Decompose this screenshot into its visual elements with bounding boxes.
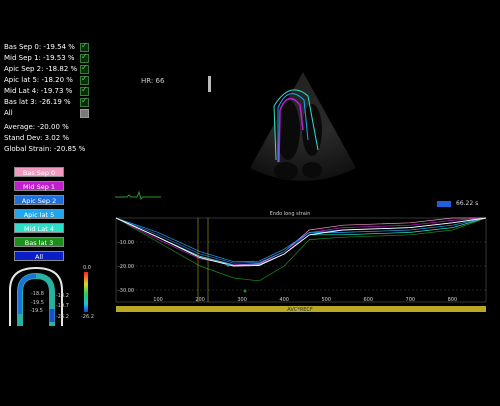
segment-checkbox[interactable] [80,96,89,107]
bullseye-label-3: -18.2 [56,293,69,299]
bullseye-label-0: -18.8 [31,291,44,297]
y-tick-label: -10.00 [118,240,134,246]
segment-button[interactable]: Apic Sep 2 [14,195,64,205]
segment-checkbox[interactable] [80,85,89,96]
segment-label: Apic lat 5: -18.20 % [4,76,73,84]
y-tick-label: -20.00 [118,264,134,270]
segment-button[interactable]: Bas Sep 0 [14,167,64,177]
segment-row: Bas Sep 0: -19.54 % [4,41,89,52]
segment-checkbox[interactable] [80,109,89,118]
time-indicator[interactable] [437,201,451,207]
segment-button[interactable]: All [14,251,64,261]
segment-checkbox[interactable] [80,52,89,63]
time-readout: 66.22 s [456,200,479,207]
scale-top-label: 0.0 [83,265,91,271]
segment-row: Mid Sep 1: -19.53 % [4,52,89,63]
segment-checkbox[interactable] [80,41,89,52]
bullseye-label-5: -26.2 [56,314,69,320]
segment-button[interactable]: Apic lat 5 [14,209,64,219]
bullseye-label-4: -19.7 [56,303,69,309]
x-tick-label: 200 [195,297,205,303]
x-tick-label: 300 [237,297,247,303]
color-scale [84,272,88,312]
bullseye-label-1: -19.5 [31,300,44,306]
segment-label: Mid Sep 1: -19.53 % [4,54,75,62]
y-tick-label: -30.00 [118,288,134,294]
segment-checkbox[interactable] [80,63,89,74]
segment-label: Bas Sep 0: -19.54 % [4,43,75,51]
strain-chart: Endo long strain -10.00 -20.00 -30.00 100 2… [115,211,487,313]
bullseye-label-2: -19.5 [30,308,43,314]
segment-label: Mid Lat 4: -19.73 % [4,87,73,95]
x-tick-label: 500 [321,297,331,303]
depth-marker [208,76,211,92]
segment-checkbox[interactable] [80,74,89,85]
lv-segment-map: -18.8 -19.5 -19.5 -18.2 -19.7 -26.2 0.0 … [9,265,94,326]
echo-image [208,72,356,181]
scale-bottom-label: -26.2 [81,314,94,320]
segment-row: Mid Lat 4: -19.73 % [4,85,89,96]
global-strain: Global Strain: -20.85 % [4,145,86,153]
segment-row: Bas lat 3: -26.19 % [4,96,89,107]
chart-frame [115,217,487,303]
peak-marker-blue [226,263,230,267]
x-tick-label: 400 [279,297,289,303]
segment-label: Bas lat 3: -26.19 % [4,98,71,106]
ecg-strip [115,190,161,200]
la-cavity [274,162,298,180]
segment-button[interactable]: Bas lat 3 [14,237,64,247]
heart-rate: HR: 66 [141,77,165,85]
average-strain: Average: -20.00 % [4,123,69,131]
chart-grid [115,217,487,303]
ecg-trace [115,190,161,200]
time-bar-label: AVC*RECF [287,307,313,313]
x-tick-label: 100 [153,297,163,303]
segment-row: Apic lat 5: -18.20 % [4,74,89,85]
segment-label: Apic Sep 2: -18.82 % [4,65,78,73]
x-tick-label: 800 [448,297,458,303]
segment-label: All [4,109,13,117]
chart-series [115,217,487,282]
x-tick-label: 700 [406,297,416,303]
x-tick-label: 600 [363,297,373,303]
segment-row: All [4,108,89,118]
segment-row: Apic Sep 2: -18.82 % [4,63,89,74]
stand-dev: Stand Dev: 3.02 % [4,134,70,142]
y-tick-labels: -10.00 -20.00 -30.00 [118,240,134,294]
segment-button[interactable]: Mid Sep 1 [14,181,64,191]
ra-cavity [302,162,322,178]
segment-button[interactable]: Mid Lat 4 [14,223,64,233]
chart-title: Endo long strain [270,211,311,217]
peak-marker-green [243,289,247,293]
series-line-2 [115,217,487,264]
